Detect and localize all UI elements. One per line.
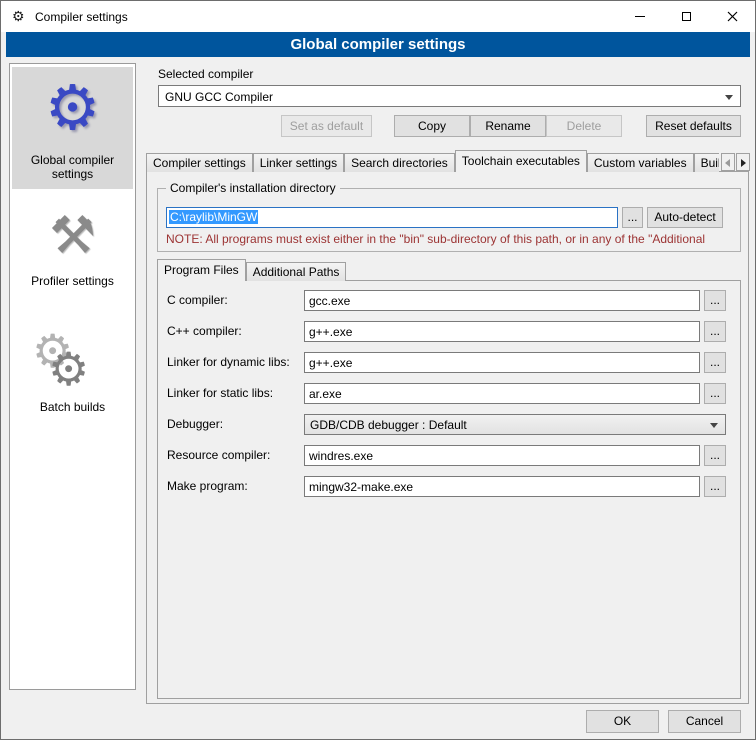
tab-compiler-settings[interactable]: Compiler settings bbox=[146, 153, 253, 172]
make-program-browse-button[interactable]: ... bbox=[704, 476, 726, 497]
close-icon bbox=[727, 11, 738, 22]
window-titlebar: ⚙ Compiler settings bbox=[1, 1, 755, 32]
ok-button[interactable]: OK bbox=[586, 710, 659, 733]
gears-stack-icon: ⚙ ⚙ bbox=[12, 326, 133, 398]
subtab-program-files[interactable]: Program Files bbox=[157, 259, 246, 281]
copy-button[interactable]: Copy bbox=[394, 115, 470, 137]
minimize-button[interactable] bbox=[617, 1, 663, 32]
tab-search-directories[interactable]: Search directories bbox=[344, 153, 455, 172]
static-linker-input[interactable] bbox=[304, 383, 700, 404]
tab-linker-settings[interactable]: Linker settings bbox=[253, 153, 344, 172]
sidebar-item-label: Batch builds bbox=[12, 398, 133, 414]
gear-icon: ⚙ bbox=[12, 67, 133, 151]
tab-toolchain-executables[interactable]: Toolchain executables bbox=[455, 150, 587, 172]
field-label-static-linker: Linker for static libs: bbox=[167, 383, 273, 404]
selected-path-text: C:\raylib\MinGW bbox=[169, 210, 258, 224]
note-text: NOTE: All programs must exist either in … bbox=[166, 232, 738, 247]
resource-compiler-browse-button[interactable]: ... bbox=[704, 445, 726, 466]
compiler-select[interactable]: GNU GCC Compiler bbox=[158, 85, 741, 107]
resource-compiler-input[interactable] bbox=[304, 445, 700, 466]
subtab-additional-paths[interactable]: Additional Paths bbox=[246, 262, 347, 281]
dynamic-linker-input[interactable] bbox=[304, 352, 700, 373]
compiler-select-value: GNU GCC Compiler bbox=[165, 90, 273, 104]
settings-category-list: ⚙ Global compiler settings ⚒ Profiler se… bbox=[9, 63, 136, 690]
maximize-button[interactable] bbox=[663, 1, 709, 32]
tab-scroll-left-button[interactable] bbox=[721, 153, 735, 171]
maximize-icon bbox=[682, 12, 691, 21]
selected-compiler-label: Selected compiler bbox=[158, 67, 253, 81]
group-title: Compiler's installation directory bbox=[166, 181, 340, 195]
auto-detect-button[interactable]: Auto-detect bbox=[647, 207, 723, 228]
static-linker-browse-button[interactable]: ... bbox=[704, 383, 726, 404]
sidebar-item-profiler-settings[interactable]: ⚒ Profiler settings bbox=[12, 200, 133, 304]
rename-button[interactable]: Rename bbox=[470, 115, 546, 137]
sidebar-item-label: Global compiler settings bbox=[12, 151, 133, 181]
arrow-left-icon bbox=[725, 159, 730, 167]
arrow-right-icon bbox=[741, 159, 746, 167]
cpp-compiler-input[interactable] bbox=[304, 321, 700, 342]
program-subtabs: Program FilesAdditional Paths bbox=[157, 259, 346, 281]
c-compiler-browse-button[interactable]: ... bbox=[704, 290, 726, 311]
cancel-button[interactable]: Cancel bbox=[668, 710, 741, 733]
sidebar-item-global-compiler-settings[interactable]: ⚙ Global compiler settings bbox=[12, 67, 133, 189]
minimize-icon bbox=[635, 16, 645, 17]
installation-directory-input[interactable]: C:\raylib\MinGW bbox=[166, 207, 618, 228]
cpp-compiler-browse-button[interactable]: ... bbox=[704, 321, 726, 342]
dialog-banner: Global compiler settings bbox=[6, 32, 750, 57]
browse-directory-button[interactable]: ... bbox=[622, 207, 643, 228]
field-label-make-program: Make program: bbox=[167, 476, 248, 497]
field-label-resource-compiler: Resource compiler: bbox=[167, 445, 270, 466]
settings-tabstrip: Compiler settingsLinker settingsSearch d… bbox=[146, 150, 719, 172]
tab-scroll-right-button[interactable] bbox=[736, 153, 750, 171]
debugger-select-value: GDB/CDB debugger : Default bbox=[310, 418, 467, 432]
chevron-down-icon bbox=[710, 423, 718, 428]
app-icon: ⚙ bbox=[12, 7, 25, 25]
set-as-default-button: Set as default bbox=[281, 115, 372, 137]
compiler-settings-dialog: ⚙ Compiler settings Global compiler sett… bbox=[0, 0, 756, 740]
delete-button: Delete bbox=[546, 115, 622, 137]
window-title: Compiler settings bbox=[35, 10, 128, 24]
close-button[interactable] bbox=[709, 1, 755, 32]
tab-custom-variables[interactable]: Custom variables bbox=[587, 153, 694, 172]
sidebar-item-batch-builds[interactable]: ⚙ ⚙ Batch builds bbox=[12, 326, 133, 432]
field-label-c-compiler: C compiler: bbox=[167, 290, 228, 311]
tab-build-options[interactable]: Build options bbox=[694, 153, 719, 172]
hammer-icon: ⚒ bbox=[12, 200, 133, 272]
dynamic-linker-browse-button[interactable]: ... bbox=[704, 352, 726, 373]
debugger-select[interactable]: GDB/CDB debugger : Default bbox=[304, 414, 726, 435]
field-label-dynamic-linker: Linker for dynamic libs: bbox=[167, 352, 290, 373]
reset-defaults-button[interactable]: Reset defaults bbox=[646, 115, 741, 137]
field-label-cpp-compiler: C++ compiler: bbox=[167, 321, 242, 342]
field-label-debugger: Debugger: bbox=[167, 414, 223, 435]
c-compiler-input[interactable] bbox=[304, 290, 700, 311]
chevron-down-icon bbox=[725, 95, 733, 100]
make-program-input[interactable] bbox=[304, 476, 700, 497]
sidebar-item-label: Profiler settings bbox=[12, 272, 133, 288]
